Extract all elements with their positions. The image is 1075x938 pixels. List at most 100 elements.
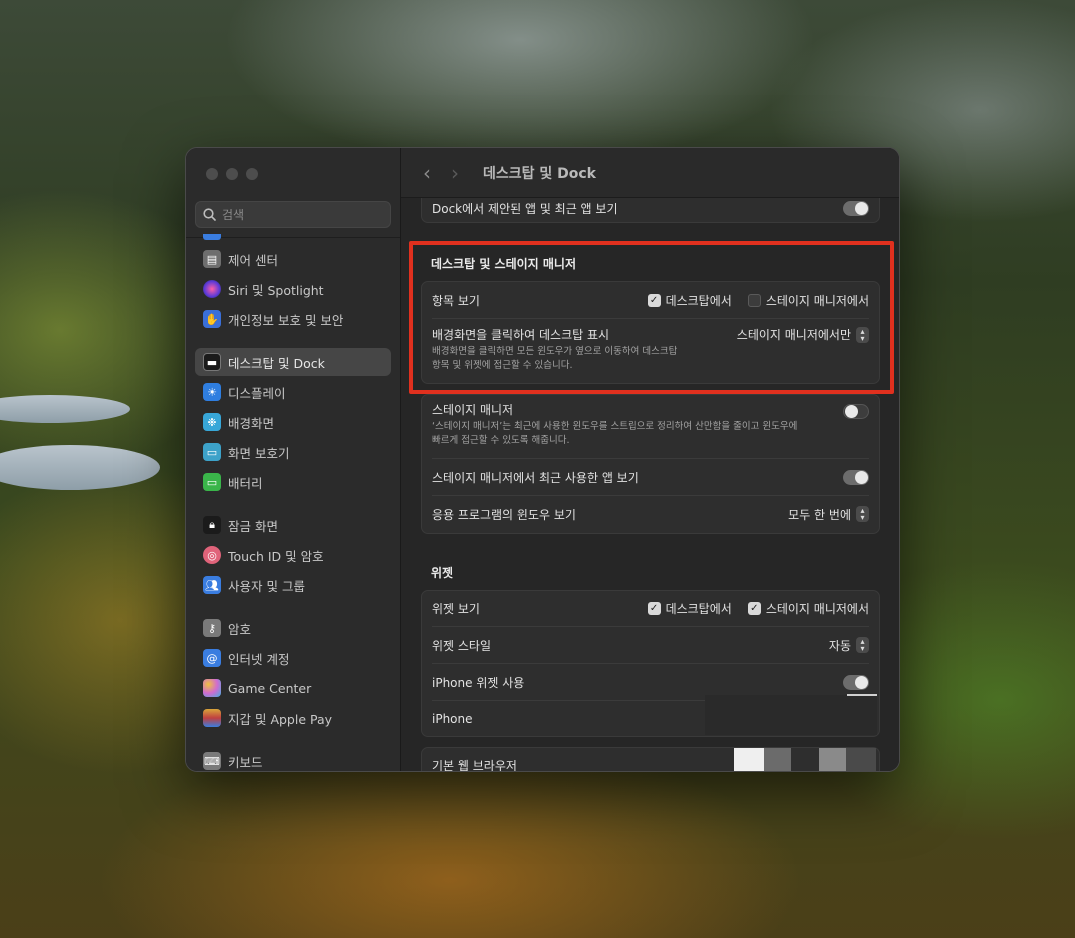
updown-chevron-icon: ▴ ▾	[856, 506, 869, 522]
sidebar-item-label: 개인정보 보호 및 보안	[228, 312, 344, 328]
checkbox-label: 스테이지 매니저에서	[765, 293, 869, 308]
row-divider	[432, 626, 869, 627]
wallpaper-icon: ❉	[203, 413, 221, 431]
rendering-artifact	[847, 694, 877, 696]
stage-manager-toggle[interactable]	[843, 404, 869, 419]
sidebar-item-label: 배터리	[228, 475, 263, 491]
row-divider	[432, 458, 869, 459]
show-widgets-stage-checkbox[interactable]: ✓ 스테이지 매니저에서	[747, 600, 869, 617]
checkbox-label: 데스크탑에서	[665, 293, 732, 308]
iphone-widgets-toggle[interactable]	[843, 674, 869, 690]
browser-label: 기본 웹 브라우저	[432, 758, 517, 772]
row-divider	[432, 318, 869, 319]
sidebar-item-label: Game Center	[228, 680, 312, 696]
widget-style-label: 위젯 스타일	[432, 638, 492, 653]
popup-value: 모두 한 번에	[788, 507, 851, 522]
row-divider	[432, 663, 869, 664]
rendering-artifact	[819, 748, 846, 771]
iphone-label: iPhone	[432, 712, 473, 726]
sidebar-item-lock-screen[interactable]: 🔒︎ 잠금 화면	[195, 511, 391, 539]
users-icon: 👥︎	[203, 576, 221, 594]
recent-apps-toggle[interactable]	[843, 469, 869, 485]
sidebar-item-battery[interactable]: ▭ 배터리	[195, 468, 391, 496]
toolbar: ‹ › 데스크탑 및 Dock	[401, 148, 899, 198]
sidebar-item-label: Siri 및 Spotlight	[228, 282, 324, 298]
dock-group: Dock에서 제안된 앱 및 최근 앱 보기	[421, 198, 880, 223]
display-icon: ☀	[203, 383, 221, 401]
sidebar-item-label: 인터넷 계정	[228, 651, 290, 667]
show-items-label: 항목 보기	[432, 293, 480, 308]
sidebar-item-label: 암호	[228, 621, 252, 637]
recent-apps-row: 스테이지 매니저에서 최근 사용한 앱 보기	[432, 467, 869, 487]
checkmark-icon: ✓	[647, 601, 661, 615]
rendering-artifact	[705, 695, 877, 735]
background-lake	[0, 395, 130, 423]
search-field[interactable]	[195, 201, 391, 228]
background-lake	[0, 445, 160, 490]
sidebar-item-users-groups[interactable]: 👥︎ 사용자 및 그룹	[195, 571, 391, 599]
recent-apps-label: 스테이지 매니저에서 최근 사용한 앱 보기	[432, 470, 639, 485]
checkbox-label: 스테이지 매니저에서	[765, 601, 869, 616]
sidebar-item-wallpaper[interactable]: ❉ 배경화면	[195, 408, 391, 436]
stage-manager-desc: 빠르게 접근할 수 있도록 해줍니다.	[432, 435, 570, 446]
sidebar-item-siri-spotlight[interactable]: Siri 및 Spotlight	[195, 275, 391, 303]
siri-icon	[203, 280, 221, 298]
click-wallpaper-popup[interactable]: 스테이지 매니저에서만 ▴ ▾	[737, 326, 869, 343]
back-button[interactable]: ‹	[423, 163, 431, 183]
sidebar-item-internet-accounts[interactable]: @ 인터넷 계정	[195, 644, 391, 672]
sidebar-item-label: 데스크탑 및 Dock	[228, 355, 325, 371]
main-pane: ‹ › 데스크탑 및 Dock Dock에서 제안된 앱 및 최근 앱 보기 데…	[401, 148, 899, 771]
iphone-widgets-label: iPhone 위젯 사용	[432, 675, 525, 690]
sidebar-item-passwords[interactable]: ⚷ 암호	[195, 614, 391, 642]
minimize-window-button[interactable]	[226, 168, 238, 180]
page-title: 데스크탑 및 Dock	[483, 165, 596, 182]
show-items-stage-checkbox[interactable]: 스테이지 매니저에서	[747, 292, 869, 309]
stage-manager-desc: ‘스테이지 매니저’는 최근에 사용한 윈도우를 스트립으로 정리하여 산만함을…	[432, 421, 798, 432]
rendering-artifact	[764, 748, 791, 771]
forward-button[interactable]: ›	[451, 163, 459, 183]
app-windows-popup[interactable]: 모두 한 번에 ▴ ▾	[788, 506, 869, 523]
sidebar-item-wallet[interactable]: 지갑 및 Apple Pay	[195, 704, 391, 732]
zoom-window-button[interactable]	[246, 168, 258, 180]
sidebar-item-touch-id[interactable]: ◎ Touch ID 및 암호	[195, 541, 391, 569]
sidebar-item-game-center[interactable]: Game Center	[195, 674, 391, 702]
stage-manager-text: 스테이지 매니저 ‘스테이지 매니저’는 최근에 사용한 윈도우를 스트립으로 …	[432, 401, 797, 448]
sidebar-item-label: 키보드	[228, 754, 263, 770]
sidebar-item-screen-saver[interactable]: ▭ 화면 보호기	[195, 438, 391, 466]
window-controls	[206, 168, 258, 180]
click-wallpaper-desc: 배경화면을 클릭하면 모든 윈도우가 옆으로 이동하여 데스크탑	[432, 346, 678, 357]
sidebar-item-label: 제어 센터	[228, 252, 278, 268]
app-windows-label: 응용 프로그램의 윈도우 보기	[432, 507, 576, 522]
widget-style-row: 위젯 스타일 자동 ▴ ▾	[432, 635, 869, 655]
hand-icon: ✋	[203, 310, 221, 328]
show-widgets-desktop-checkbox[interactable]: ✓ 데스크탑에서	[647, 600, 732, 617]
game-center-icon	[203, 679, 221, 697]
partial-icon	[203, 234, 221, 240]
browser-group: 기본 웹 브라우저	[421, 747, 880, 771]
rendering-artifact	[846, 748, 876, 771]
sidebar-item-label: Touch ID 및 암호	[228, 548, 324, 564]
dock-suggested-label: Dock에서 제안된 앱 및 최근 앱 보기	[432, 201, 618, 216]
sidebar-item-label: 배경화면	[228, 415, 275, 431]
updown-chevron-icon: ▴ ▾	[856, 637, 869, 653]
sidebar-item-privacy-security[interactable]: ✋ 개인정보 보호 및 보안	[195, 305, 391, 333]
dock-icon: ▬	[203, 353, 221, 371]
search-input[interactable]	[222, 207, 382, 222]
widgets-title: 위젯	[431, 566, 454, 580]
close-window-button[interactable]	[206, 168, 218, 180]
show-widgets-label: 위젯 보기	[432, 601, 480, 616]
browser-row: 기본 웹 브라우저	[432, 755, 869, 772]
show-widgets-row: 위젯 보기 ✓ 데스크탑에서 ✓ 스테이지 매니저에서	[432, 598, 869, 618]
row-divider	[432, 495, 869, 496]
click-wallpaper-text: 배경화면을 클릭하여 데스크탑 표시 배경화면을 클릭하면 모든 윈도우가 옆으…	[432, 326, 677, 373]
dock-suggested-toggle[interactable]	[843, 200, 869, 216]
popup-value: 스테이지 매니저에서만	[736, 328, 851, 342]
stage-manager-row: 스테이지 매니저 ‘스테이지 매니저’는 최근에 사용한 윈도우를 스트립으로 …	[432, 401, 869, 451]
wallet-icon	[203, 709, 221, 727]
show-items-desktop-checkbox[interactable]: ✓ 데스크탑에서	[647, 292, 732, 309]
sidebar-item-control-center[interactable]: ▤ 제어 센터	[195, 245, 391, 273]
sidebar-item-displays[interactable]: ☀ 디스플레이	[195, 378, 391, 406]
sidebar-item-desktop-dock[interactable]: ▬ 데스크탑 및 Dock	[195, 348, 391, 376]
widget-style-popup[interactable]: 자동 ▴ ▾	[829, 637, 869, 654]
sidebar-item-keyboard[interactable]: ⌨ 키보드	[195, 747, 391, 771]
